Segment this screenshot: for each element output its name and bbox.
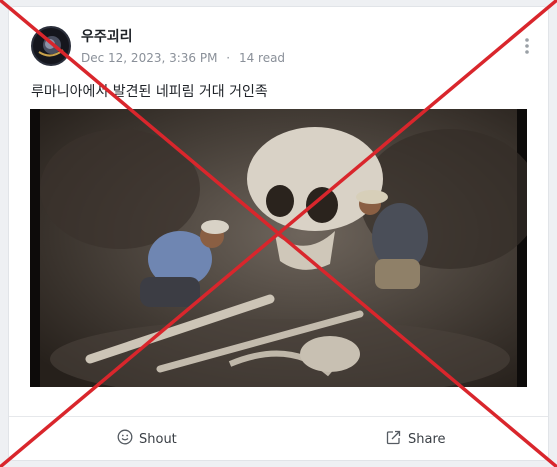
read-count: 14 read [238,51,286,65]
share-icon [385,429,402,450]
smiley-icon [117,429,133,449]
post-photo[interactable] [30,109,527,387]
author-name[interactable]: 우주괴리 [81,26,133,46]
shout-button[interactable]: Shout [117,417,177,460]
author-avatar[interactable] [31,26,71,66]
more-options-icon[interactable] [524,37,530,55]
meta-separator: · [226,51,231,65]
post-date: Dec 12, 2023, 3:36 PM [81,51,218,65]
share-button[interactable]: Share [385,417,446,460]
post-caption: 루마니아에서 발견된 네피림 거대 거인족 [31,84,268,100]
shout-label: Shout [139,431,177,447]
post-meta: Dec 12, 2023, 3:36 PM · 14 read [81,51,285,65]
post-actions: Shout Share [9,417,548,460]
share-label: Share [408,431,446,447]
post-card: 우주괴리 Dec 12, 2023, 3:36 PM · 14 read 루마니… [8,6,549,461]
